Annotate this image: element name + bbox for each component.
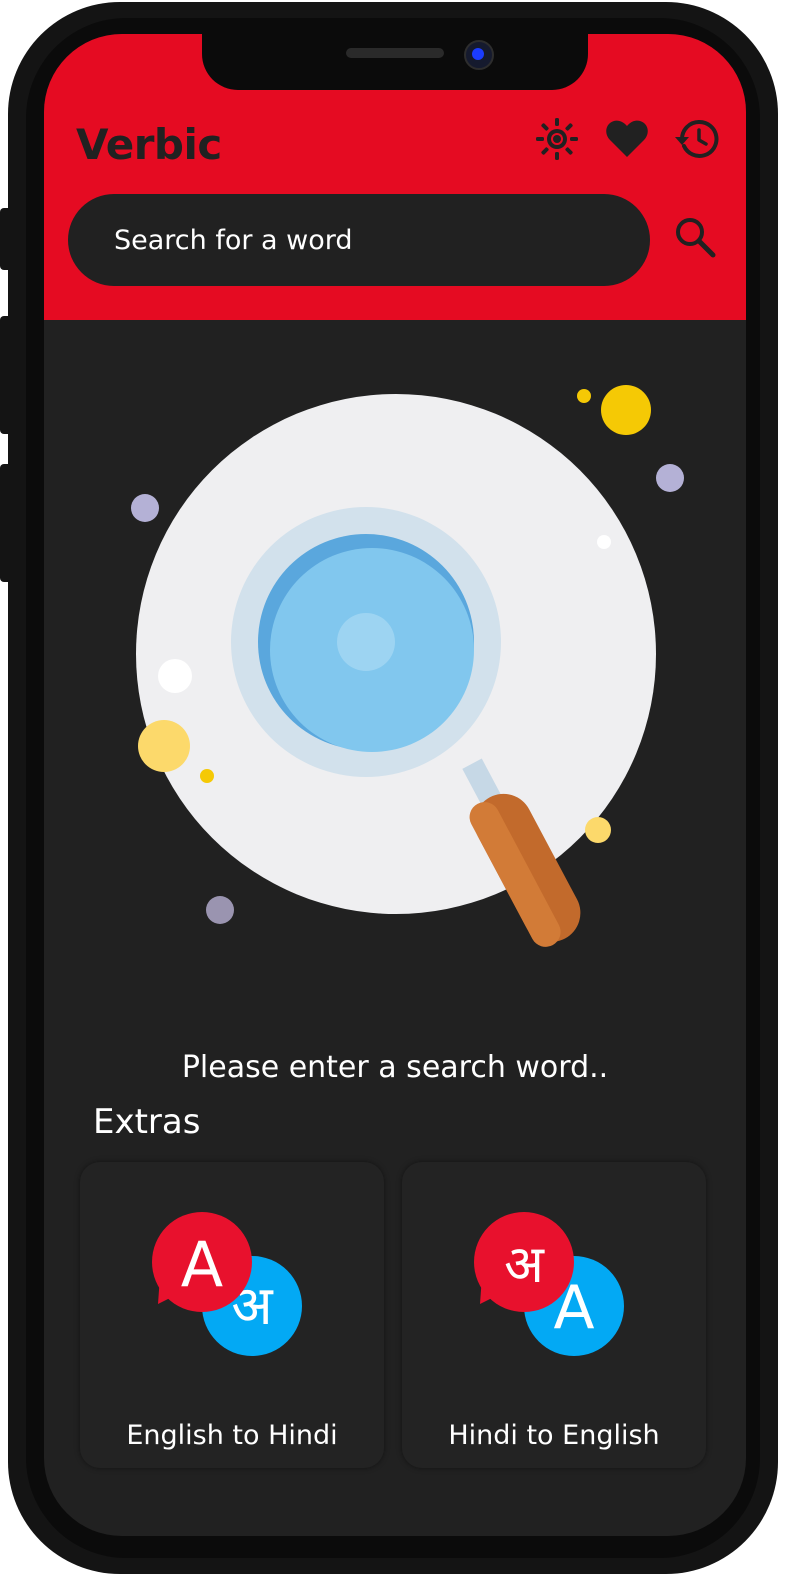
app-screen: Verbic Search for a word Please enter a … [44,34,746,1536]
phone-notch [202,34,588,90]
phone-speaker [346,48,444,58]
empty-state-message: Please enter a search word.. [181,1050,609,1085]
english-to-hindi-label: English to Hindi [126,1420,338,1451]
english-to-hindi-card[interactable]: अ A English to Hindi [80,1162,384,1468]
hindi-to-english-card[interactable]: A अ Hindi to English [402,1162,706,1468]
search-input[interactable] [114,216,614,264]
history-icon[interactable] [674,116,720,162]
english-to-hindi-icon: अ A [152,1212,302,1356]
hindi-to-english-label: Hindi to English [448,1420,660,1451]
empty-search-illustration [131,385,684,947]
svg-text:अ: अ [504,1235,545,1295]
side-button-volume-up [0,316,12,434]
search-bar [68,194,650,286]
extras-heading: Extras [93,1102,201,1142]
app-logo: Verbic [76,120,222,169]
phone-camera [464,40,494,70]
favorites-heart-icon[interactable] [604,116,650,162]
hindi-to-english-icon: A अ [474,1212,624,1356]
svg-text:A: A [181,1228,223,1301]
brightness-icon[interactable] [534,116,580,162]
side-button-volume-down [0,464,12,582]
search-icon[interactable] [672,214,718,260]
side-button-mute [0,208,12,270]
